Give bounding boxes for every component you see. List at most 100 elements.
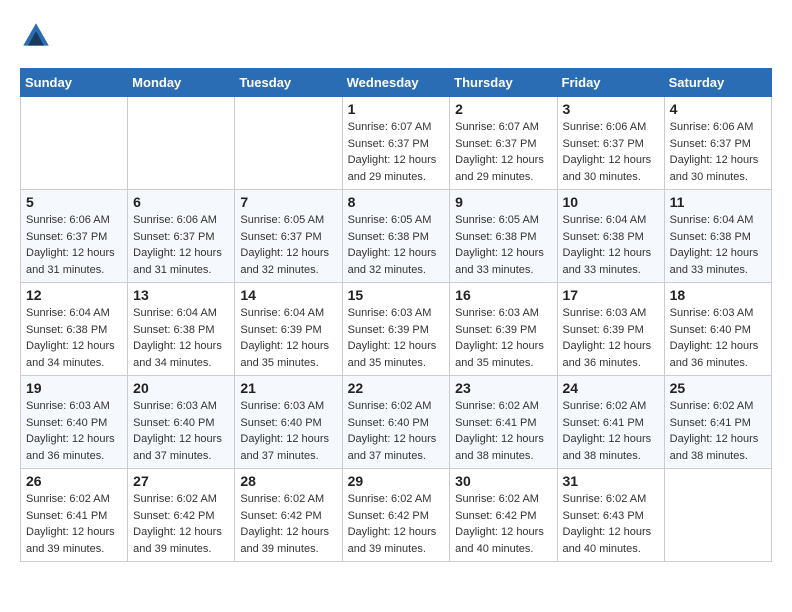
weekday-header: Thursday xyxy=(450,69,557,97)
weekday-header: Sunday xyxy=(21,69,128,97)
day-number: 29 xyxy=(348,473,445,489)
calendar-cell: 31 Sunrise: 6:02 AMSunset: 6:43 PMDayligh… xyxy=(557,469,664,562)
day-number: 2 xyxy=(455,101,551,117)
calendar-cell: 22Sunrise: 6:02 AMSunset: 6:40 PMDayligh… xyxy=(342,376,450,469)
calendar-cell: 26 Sunrise: 6:02 AMSunset: 6:41 PMDayligh… xyxy=(21,469,128,562)
calendar-table: SundayMondayTuesdayWednesdayThursdayFrid… xyxy=(20,68,772,562)
day-info: Sunrise: 6:03 AMSunset: 6:39 PMDaylight:… xyxy=(455,305,551,371)
day-number: 24 xyxy=(563,380,659,396)
day-info: Sunrise: 6:03 AMSunset: 6:39 PMDaylight:… xyxy=(563,305,659,371)
day-number: 12 xyxy=(26,287,122,303)
calendar-cell: 9 Sunrise: 6:05 AMSunset: 6:38 PMDaylight… xyxy=(450,190,557,283)
day-number: 15 xyxy=(348,287,445,303)
day-number: 11 xyxy=(670,194,766,210)
day-info: Sunrise: 6:05 AMSunset: 6:38 PMDaylight:… xyxy=(348,212,445,278)
day-info: Sunrise: 6:06 AMSunset: 6:37 PMDaylight:… xyxy=(26,212,122,278)
day-info: Sunrise: 6:03 AMSunset: 6:40 PMDaylight:… xyxy=(670,305,766,371)
calendar-cell: 12 Sunrise: 6:04 AMSunset: 6:38 PMDayligh… xyxy=(21,283,128,376)
day-number: 6 xyxy=(133,194,229,210)
calendar-cell: 28 Sunrise: 6:02 AMSunset: 6:42 PMDayligh… xyxy=(235,469,342,562)
calendar-cell: 7Sunrise: 6:05 AMSunset: 6:37 PMDaylight… xyxy=(235,190,342,283)
page-header xyxy=(20,20,772,52)
calendar-cell: 2 Sunrise: 6:07 AMSunset: 6:37 PMDaylight… xyxy=(450,97,557,190)
day-number: 4 xyxy=(670,101,766,117)
calendar-cell: 5 Sunrise: 6:06 AMSunset: 6:37 PMDaylight… xyxy=(21,190,128,283)
weekday-header: Wednesday xyxy=(342,69,450,97)
calendar-week-row: 19 Sunrise: 6:03 AMSunset: 6:40 PMDayligh… xyxy=(21,376,772,469)
day-info: Sunrise: 6:02 AMSunset: 6:42 PMDaylight:… xyxy=(133,491,229,557)
calendar-cell: 16 Sunrise: 6:03 AMSunset: 6:39 PMDayligh… xyxy=(450,283,557,376)
calendar-week-row: 1 Sunrise: 6:07 AMSunset: 6:37 PMDaylight… xyxy=(21,97,772,190)
calendar-cell: 17 Sunrise: 6:03 AMSunset: 6:39 PMDayligh… xyxy=(557,283,664,376)
day-info: Sunrise: 6:03 AMSunset: 6:40 PMDaylight:… xyxy=(26,398,122,464)
day-info: Sunrise: 6:06 AMSunset: 6:37 PMDaylight:… xyxy=(670,119,766,185)
day-info: Sunrise: 6:07 AMSunset: 6:37 PMDaylight:… xyxy=(455,119,551,185)
day-info: Sunrise: 6:02 AMSunset: 6:42 PMDaylight:… xyxy=(240,491,336,557)
calendar-cell: 3 Sunrise: 6:06 AMSunset: 6:37 PMDaylight… xyxy=(557,97,664,190)
day-info: Sunrise: 6:04 AMSunset: 6:38 PMDaylight:… xyxy=(133,305,229,371)
day-info: Sunrise: 6:02 AMSunset: 6:41 PMDaylight:… xyxy=(670,398,766,464)
weekday-header: Saturday xyxy=(664,69,771,97)
calendar-cell: 24 Sunrise: 6:02 AMSunset: 6:41 PMDayligh… xyxy=(557,376,664,469)
day-number: 5 xyxy=(26,194,122,210)
calendar-cell: 27 Sunrise: 6:02 AMSunset: 6:42 PMDayligh… xyxy=(128,469,235,562)
day-info: Sunrise: 6:04 AMSunset: 6:39 PMDaylight:… xyxy=(240,305,336,371)
day-info: Sunrise: 6:05 AMSunset: 6:37 PMDaylight:… xyxy=(240,212,336,278)
day-info: Sunrise: 6:03 AMSunset: 6:40 PMDaylight:… xyxy=(240,398,336,464)
day-number: 28 xyxy=(240,473,336,489)
weekday-header: Tuesday xyxy=(235,69,342,97)
day-number: 16 xyxy=(455,287,551,303)
calendar-cell: 14 Sunrise: 6:04 AMSunset: 6:39 PMDayligh… xyxy=(235,283,342,376)
day-number: 20 xyxy=(133,380,229,396)
calendar-cell: 15 Sunrise: 6:03 AMSunset: 6:39 PMDayligh… xyxy=(342,283,450,376)
day-info: Sunrise: 6:02 AMSunset: 6:41 PMDaylight:… xyxy=(26,491,122,557)
calendar-cell: 10Sunrise: 6:04 AMSunset: 6:38 PMDayligh… xyxy=(557,190,664,283)
day-info: Sunrise: 6:02 AMSunset: 6:41 PMDaylight:… xyxy=(563,398,659,464)
day-info: Sunrise: 6:02 AMSunset: 6:42 PMDaylight:… xyxy=(455,491,551,557)
day-info: Sunrise: 6:04 AMSunset: 6:38 PMDaylight:… xyxy=(26,305,122,371)
day-number: 13 xyxy=(133,287,229,303)
day-info: Sunrise: 6:06 AMSunset: 6:37 PMDaylight:… xyxy=(563,119,659,185)
calendar-cell: 30 Sunrise: 6:02 AMSunset: 6:42 PMDayligh… xyxy=(450,469,557,562)
day-number: 27 xyxy=(133,473,229,489)
day-number: 14 xyxy=(240,287,336,303)
calendar-cell: 21 Sunrise: 6:03 AMSunset: 6:40 PMDayligh… xyxy=(235,376,342,469)
calendar-week-row: 12 Sunrise: 6:04 AMSunset: 6:38 PMDayligh… xyxy=(21,283,772,376)
calendar-cell: 25Sunrise: 6:02 AMSunset: 6:41 PMDayligh… xyxy=(664,376,771,469)
day-number: 21 xyxy=(240,380,336,396)
calendar-cell: 23Sunrise: 6:02 AMSunset: 6:41 PMDayligh… xyxy=(450,376,557,469)
day-info: Sunrise: 6:02 AMSunset: 6:42 PMDaylight:… xyxy=(348,491,445,557)
calendar-week-row: 5 Sunrise: 6:06 AMSunset: 6:37 PMDaylight… xyxy=(21,190,772,283)
calendar-cell: 20 Sunrise: 6:03 AMSunset: 6:40 PMDayligh… xyxy=(128,376,235,469)
calendar-cell: 4 Sunrise: 6:06 AMSunset: 6:37 PMDaylight… xyxy=(664,97,771,190)
day-number: 18 xyxy=(670,287,766,303)
day-number: 1 xyxy=(348,101,445,117)
calendar-week-row: 26 Sunrise: 6:02 AMSunset: 6:41 PMDayligh… xyxy=(21,469,772,562)
day-info: Sunrise: 6:02 AMSunset: 6:41 PMDaylight:… xyxy=(455,398,551,464)
calendar-cell xyxy=(128,97,235,190)
day-info: Sunrise: 6:07 AMSunset: 6:37 PMDaylight:… xyxy=(348,119,445,185)
day-info: Sunrise: 6:03 AMSunset: 6:39 PMDaylight:… xyxy=(348,305,445,371)
calendar-cell: 19 Sunrise: 6:03 AMSunset: 6:40 PMDayligh… xyxy=(21,376,128,469)
day-info: Sunrise: 6:02 AMSunset: 6:43 PMDaylight:… xyxy=(563,491,659,557)
day-info: Sunrise: 6:02 AMSunset: 6:40 PMDaylight:… xyxy=(348,398,445,464)
day-number: 17 xyxy=(563,287,659,303)
logo-icon xyxy=(20,20,52,52)
calendar-cell: 11Sunrise: 6:04 AMSunset: 6:38 PMDayligh… xyxy=(664,190,771,283)
calendar-cell: 18 Sunrise: 6:03 AMSunset: 6:40 PMDayligh… xyxy=(664,283,771,376)
calendar-cell: 29 Sunrise: 6:02 AMSunset: 6:42 PMDayligh… xyxy=(342,469,450,562)
day-number: 19 xyxy=(26,380,122,396)
calendar-cell xyxy=(664,469,771,562)
day-number: 26 xyxy=(26,473,122,489)
logo xyxy=(20,20,56,52)
calendar-cell: 1 Sunrise: 6:07 AMSunset: 6:37 PMDaylight… xyxy=(342,97,450,190)
day-info: Sunrise: 6:03 AMSunset: 6:40 PMDaylight:… xyxy=(133,398,229,464)
day-number: 31 xyxy=(563,473,659,489)
calendar-cell xyxy=(235,97,342,190)
day-number: 9 xyxy=(455,194,551,210)
weekday-header: Monday xyxy=(128,69,235,97)
day-number: 30 xyxy=(455,473,551,489)
calendar-header-row: SundayMondayTuesdayWednesdayThursdayFrid… xyxy=(21,69,772,97)
day-number: 3 xyxy=(563,101,659,117)
day-info: Sunrise: 6:05 AMSunset: 6:38 PMDaylight:… xyxy=(455,212,551,278)
